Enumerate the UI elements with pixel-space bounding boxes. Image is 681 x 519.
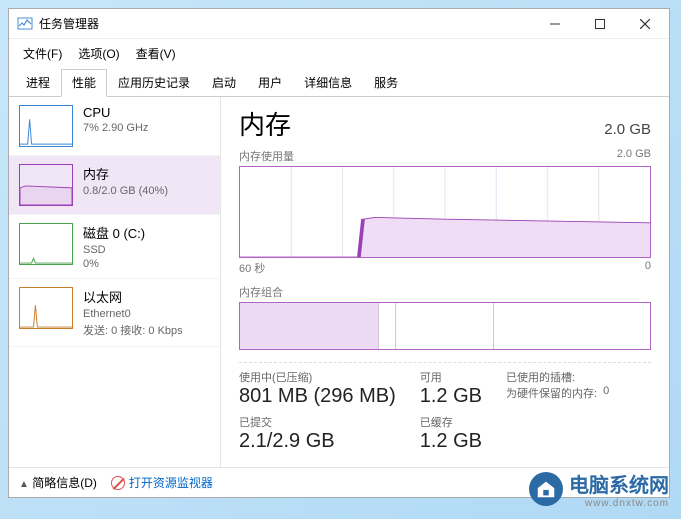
maximize-button[interactable] [577,10,622,38]
x-axis-right: 0 [645,260,651,276]
sidebar-item-detail: Ethernet0 [83,308,183,320]
resource-monitor-icon [111,476,125,490]
memory-composition-chart [239,302,651,350]
eth-thumb [19,287,73,329]
stat-label: 已使用的插槽: [506,369,575,385]
usage-label-row: 内存使用量 2.0 GB [239,148,651,164]
stat-committed: 已提交 2.1/2.9 GB [239,414,396,453]
tab-services[interactable]: 服务 [363,69,409,97]
stat-cached: 已缓存 1.2 GB [420,414,482,453]
tab-performance[interactable]: 性能 [61,69,107,97]
stat-slots: 已使用的插槽: [506,369,609,385]
memory-text: 内存 0.8/2.0 GB (40%) [83,164,168,197]
watermark-url: www.dnxtw.com [569,498,669,509]
sidebar-item-label: 磁盘 0 (C:) [83,223,145,242]
body: CPU 7% 2.90 GHz 内存 0.8/2.0 GB (40%) [9,97,669,467]
tab-app-history[interactable]: 应用历史记录 [107,69,201,97]
cpu-thumb [19,105,73,147]
disk-text: 磁盘 0 (C:) SSD 0% [83,223,145,270]
eth-text: 以太网 Ethernet0 发送: 0 接收: 0 Kbps [83,287,183,338]
stat-value: 0 [603,385,609,401]
stat-value: 1.2 GB [420,385,482,408]
usage-label: 内存使用量 [239,148,294,164]
cpu-text: CPU 7% 2.90 GHz [83,105,148,134]
menu-view[interactable]: 查看(V) [130,41,182,66]
sidebar-item-label: 内存 [83,164,168,183]
footer: ▲ 简略信息(D) 打开资源监视器 [9,467,669,497]
menubar: 文件(F) 选项(O) 查看(V) [9,39,669,68]
comp-standby [396,303,494,349]
resmon-label: 打开资源监视器 [129,474,213,491]
minimize-button[interactable] [532,10,577,38]
menu-file[interactable]: 文件(F) [17,41,68,66]
chevron-up-icon: ▲ [19,479,29,490]
close-icon [640,19,650,29]
heading-row: 内存 2.0 GB [239,105,651,142]
tab-startup[interactable]: 启动 [201,69,247,97]
maximize-icon [595,19,605,29]
x-axis-left: 60 秒 [239,260,265,276]
tab-processes[interactable]: 进程 [15,69,61,97]
sidebar-item-memory[interactable]: 内存 0.8/2.0 GB (40%) [9,156,220,215]
comp-free [494,303,650,349]
usage-max: 2.0 GB [617,148,651,164]
app-icon [17,16,33,32]
minimize-icon [550,19,560,29]
sidebar-item-detail: 0.8/2.0 GB (40%) [83,185,168,197]
page-title: 内存 [239,105,291,142]
composition-label: 内存组合 [239,284,283,300]
x-axis-row: 60 秒 0 [239,260,651,276]
tab-users[interactable]: 用户 [247,69,293,97]
stat-value: 2.1/2.9 GB [239,430,396,453]
stats-grid: 使用中(已压缩) 801 MB (296 MB) 已提交 2.1/2.9 GB … [239,362,651,459]
stat-hw-reserved: 为硬件保留的内存: 0 [506,385,609,401]
stat-label: 可用 [420,369,482,385]
sidebar-item-detail: SSD [83,244,145,256]
fewer-details-label: 简略信息(D) [32,476,97,490]
disk-thumb [19,223,73,265]
menu-options[interactable]: 选项(O) [72,41,125,66]
sidebar-item-ethernet[interactable]: 以太网 Ethernet0 发送: 0 接收: 0 Kbps [9,279,220,347]
stats-col-3: 已使用的插槽: 为硬件保留的内存: 0 [506,369,609,459]
sidebar-item-detail: 7% 2.90 GHz [83,122,148,134]
stat-value: 1.2 GB [420,430,482,453]
stat-label: 已提交 [239,414,396,430]
titlebar: 任务管理器 [9,9,669,39]
sidebar: CPU 7% 2.90 GHz 内存 0.8/2.0 GB (40%) [9,97,221,467]
open-resource-monitor-link[interactable]: 打开资源监视器 [111,474,213,491]
window-title: 任务管理器 [39,15,532,32]
sidebar-item-disk[interactable]: 磁盘 0 (C:) SSD 0% [9,215,220,279]
composition-label-row: 内存组合 [239,284,651,300]
stats-col-2: 可用 1.2 GB 已缓存 1.2 GB [420,369,482,459]
window-controls [532,10,667,38]
sidebar-item-detail2: 0% [83,258,145,270]
memory-total: 2.0 GB [604,121,651,138]
stat-label: 使用中(已压缩) [239,369,396,385]
tab-details[interactable]: 详细信息 [293,69,363,97]
stat-in-use: 使用中(已压缩) 801 MB (296 MB) [239,369,396,408]
task-manager-window: 任务管理器 文件(F) 选项(O) 查看(V) 进程 性能 应用历史记录 启动 … [8,8,670,498]
memory-usage-chart [239,166,651,258]
comp-in-use [240,303,379,349]
main-panel: 内存 2.0 GB 内存使用量 2.0 GB 60 秒 0 内存组合 [221,97,669,467]
stat-value: 801 MB (296 MB) [239,385,396,408]
stats-col-1: 使用中(已压缩) 801 MB (296 MB) 已提交 2.1/2.9 GB [239,369,396,459]
stat-label: 已缓存 [420,414,482,430]
fewer-details-toggle[interactable]: ▲ 简略信息(D) [19,474,97,491]
sidebar-item-cpu[interactable]: CPU 7% 2.90 GHz [9,97,220,156]
memory-thumb [19,164,73,206]
sidebar-item-detail2: 发送: 0 接收: 0 Kbps [83,322,183,338]
comp-modified [379,303,395,349]
tabstrip: 进程 性能 应用历史记录 启动 用户 详细信息 服务 [9,68,669,97]
close-button[interactable] [622,10,667,38]
stat-available: 可用 1.2 GB [420,369,482,408]
sidebar-item-label: 以太网 [83,287,183,306]
sidebar-item-label: CPU [83,105,148,120]
stat-label: 为硬件保留的内存: [506,385,597,401]
